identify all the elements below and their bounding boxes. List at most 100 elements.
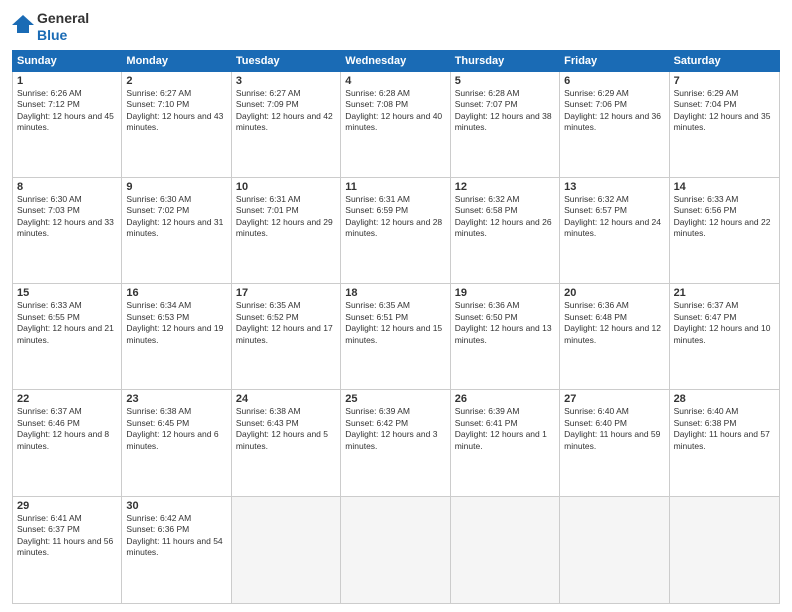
calendar: SundayMondayTuesdayWednesdayThursdayFrid… xyxy=(12,50,780,604)
logo-bird-icon xyxy=(12,13,34,41)
logo-text: General Blue xyxy=(37,10,89,44)
calendar-cell: 25Sunrise: 6:39 AMSunset: 6:42 PMDayligh… xyxy=(341,390,450,495)
calendar-row: 29Sunrise: 6:41 AMSunset: 6:37 PMDayligh… xyxy=(13,497,779,603)
sun-info: Sunrise: 6:34 AMSunset: 6:53 PMDaylight:… xyxy=(126,300,226,346)
day-number: 14 xyxy=(674,181,775,193)
sun-info: Sunrise: 6:36 AMSunset: 6:48 PMDaylight:… xyxy=(564,300,664,346)
day-header: Tuesday xyxy=(232,51,341,71)
sun-info: Sunrise: 6:31 AMSunset: 6:59 PMDaylight:… xyxy=(345,194,445,240)
sun-info: Sunrise: 6:31 AMSunset: 7:01 PMDaylight:… xyxy=(236,194,336,240)
day-number: 4 xyxy=(345,75,445,87)
day-number: 8 xyxy=(17,181,117,193)
calendar-cell xyxy=(560,497,669,603)
sun-info: Sunrise: 6:37 AMSunset: 6:47 PMDaylight:… xyxy=(674,300,775,346)
sun-info: Sunrise: 6:42 AMSunset: 6:36 PMDaylight:… xyxy=(126,513,226,559)
sun-info: Sunrise: 6:38 AMSunset: 6:43 PMDaylight:… xyxy=(236,406,336,452)
logo-container: General Blue xyxy=(12,10,89,44)
calendar-cell: 22Sunrise: 6:37 AMSunset: 6:46 PMDayligh… xyxy=(13,390,122,495)
day-number: 26 xyxy=(455,393,555,405)
day-number: 17 xyxy=(236,287,336,299)
sun-info: Sunrise: 6:28 AMSunset: 7:08 PMDaylight:… xyxy=(345,88,445,134)
calendar-header: SundayMondayTuesdayWednesdayThursdayFrid… xyxy=(12,50,780,72)
sun-info: Sunrise: 6:35 AMSunset: 6:51 PMDaylight:… xyxy=(345,300,445,346)
sun-info: Sunrise: 6:40 AMSunset: 6:38 PMDaylight:… xyxy=(674,406,775,452)
day-number: 15 xyxy=(17,287,117,299)
day-number: 27 xyxy=(564,393,664,405)
day-number: 6 xyxy=(564,75,664,87)
calendar-row: 22Sunrise: 6:37 AMSunset: 6:46 PMDayligh… xyxy=(13,390,779,496)
calendar-cell: 6Sunrise: 6:29 AMSunset: 7:06 PMDaylight… xyxy=(560,72,669,177)
sun-info: Sunrise: 6:30 AMSunset: 7:03 PMDaylight:… xyxy=(17,194,117,240)
sun-info: Sunrise: 6:41 AMSunset: 6:37 PMDaylight:… xyxy=(17,513,117,559)
calendar-cell: 3Sunrise: 6:27 AMSunset: 7:09 PMDaylight… xyxy=(232,72,341,177)
day-number: 11 xyxy=(345,181,445,193)
day-number: 20 xyxy=(564,287,664,299)
calendar-cell: 10Sunrise: 6:31 AMSunset: 7:01 PMDayligh… xyxy=(232,178,341,283)
sun-info: Sunrise: 6:32 AMSunset: 6:58 PMDaylight:… xyxy=(455,194,555,240)
sun-info: Sunrise: 6:30 AMSunset: 7:02 PMDaylight:… xyxy=(126,194,226,240)
day-number: 2 xyxy=(126,75,226,87)
calendar-cell: 4Sunrise: 6:28 AMSunset: 7:08 PMDaylight… xyxy=(341,72,450,177)
day-number: 28 xyxy=(674,393,775,405)
calendar-cell xyxy=(232,497,341,603)
day-number: 29 xyxy=(17,500,117,512)
day-number: 19 xyxy=(455,287,555,299)
day-number: 10 xyxy=(236,181,336,193)
day-number: 21 xyxy=(674,287,775,299)
calendar-cell: 15Sunrise: 6:33 AMSunset: 6:55 PMDayligh… xyxy=(13,284,122,389)
calendar-cell: 24Sunrise: 6:38 AMSunset: 6:43 PMDayligh… xyxy=(232,390,341,495)
page-header: General Blue xyxy=(12,10,780,44)
calendar-cell: 20Sunrise: 6:36 AMSunset: 6:48 PMDayligh… xyxy=(560,284,669,389)
day-number: 25 xyxy=(345,393,445,405)
sun-info: Sunrise: 6:29 AMSunset: 7:04 PMDaylight:… xyxy=(674,88,775,134)
sun-info: Sunrise: 6:28 AMSunset: 7:07 PMDaylight:… xyxy=(455,88,555,134)
sun-info: Sunrise: 6:26 AMSunset: 7:12 PMDaylight:… xyxy=(17,88,117,134)
day-header: Monday xyxy=(122,51,231,71)
calendar-cell: 5Sunrise: 6:28 AMSunset: 7:07 PMDaylight… xyxy=(451,72,560,177)
day-number: 5 xyxy=(455,75,555,87)
day-header: Wednesday xyxy=(341,51,450,71)
calendar-cell: 14Sunrise: 6:33 AMSunset: 6:56 PMDayligh… xyxy=(670,178,779,283)
day-number: 12 xyxy=(455,181,555,193)
calendar-cell xyxy=(451,497,560,603)
calendar-cell: 8Sunrise: 6:30 AMSunset: 7:03 PMDaylight… xyxy=(13,178,122,283)
calendar-cell: 11Sunrise: 6:31 AMSunset: 6:59 PMDayligh… xyxy=(341,178,450,283)
sun-info: Sunrise: 6:38 AMSunset: 6:45 PMDaylight:… xyxy=(126,406,226,452)
sun-info: Sunrise: 6:27 AMSunset: 7:09 PMDaylight:… xyxy=(236,88,336,134)
day-number: 24 xyxy=(236,393,336,405)
day-number: 23 xyxy=(126,393,226,405)
calendar-cell: 27Sunrise: 6:40 AMSunset: 6:40 PMDayligh… xyxy=(560,390,669,495)
day-number: 30 xyxy=(126,500,226,512)
logo: General Blue xyxy=(12,10,89,44)
calendar-cell: 28Sunrise: 6:40 AMSunset: 6:38 PMDayligh… xyxy=(670,390,779,495)
day-number: 16 xyxy=(126,287,226,299)
day-header: Saturday xyxy=(670,51,779,71)
calendar-cell: 19Sunrise: 6:36 AMSunset: 6:50 PMDayligh… xyxy=(451,284,560,389)
day-number: 22 xyxy=(17,393,117,405)
calendar-cell: 18Sunrise: 6:35 AMSunset: 6:51 PMDayligh… xyxy=(341,284,450,389)
calendar-cell: 2Sunrise: 6:27 AMSunset: 7:10 PMDaylight… xyxy=(122,72,231,177)
calendar-cell: 23Sunrise: 6:38 AMSunset: 6:45 PMDayligh… xyxy=(122,390,231,495)
calendar-row: 1Sunrise: 6:26 AMSunset: 7:12 PMDaylight… xyxy=(13,72,779,178)
calendar-cell: 17Sunrise: 6:35 AMSunset: 6:52 PMDayligh… xyxy=(232,284,341,389)
day-number: 3 xyxy=(236,75,336,87)
sun-info: Sunrise: 6:37 AMSunset: 6:46 PMDaylight:… xyxy=(17,406,117,452)
day-header: Friday xyxy=(560,51,669,71)
day-header: Thursday xyxy=(451,51,560,71)
day-number: 1 xyxy=(17,75,117,87)
calendar-cell: 29Sunrise: 6:41 AMSunset: 6:37 PMDayligh… xyxy=(13,497,122,603)
calendar-cell: 12Sunrise: 6:32 AMSunset: 6:58 PMDayligh… xyxy=(451,178,560,283)
calendar-cell: 13Sunrise: 6:32 AMSunset: 6:57 PMDayligh… xyxy=(560,178,669,283)
day-number: 7 xyxy=(674,75,775,87)
sun-info: Sunrise: 6:40 AMSunset: 6:40 PMDaylight:… xyxy=(564,406,664,452)
calendar-cell: 9Sunrise: 6:30 AMSunset: 7:02 PMDaylight… xyxy=(122,178,231,283)
sun-info: Sunrise: 6:32 AMSunset: 6:57 PMDaylight:… xyxy=(564,194,664,240)
sun-info: Sunrise: 6:29 AMSunset: 7:06 PMDaylight:… xyxy=(564,88,664,134)
sun-info: Sunrise: 6:36 AMSunset: 6:50 PMDaylight:… xyxy=(455,300,555,346)
calendar-row: 15Sunrise: 6:33 AMSunset: 6:55 PMDayligh… xyxy=(13,284,779,390)
calendar-cell xyxy=(670,497,779,603)
day-number: 13 xyxy=(564,181,664,193)
day-header: Sunday xyxy=(13,51,122,71)
calendar-cell: 7Sunrise: 6:29 AMSunset: 7:04 PMDaylight… xyxy=(670,72,779,177)
calendar-cell: 21Sunrise: 6:37 AMSunset: 6:47 PMDayligh… xyxy=(670,284,779,389)
